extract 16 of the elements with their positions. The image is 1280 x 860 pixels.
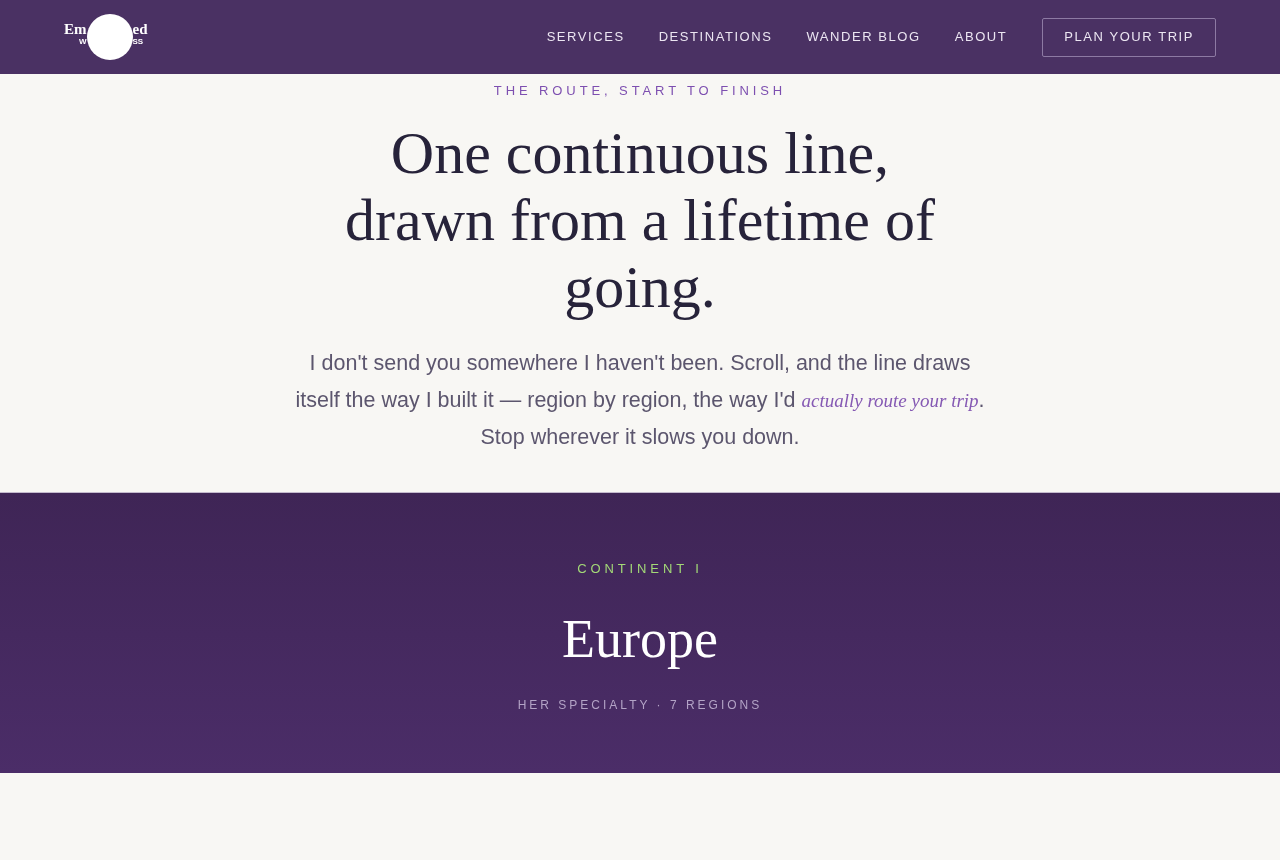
nav-link[interactable]: SERVICES xyxy=(546,29,625,45)
plan-trip-button[interactable]: PLAN YOUR TRIP xyxy=(1042,17,1216,57)
logo-text[interactable]: W xyxy=(78,37,87,47)
logo-text[interactable]: ed xyxy=(132,21,148,37)
nav-link[interactable]: WANDER BLOG xyxy=(806,29,921,45)
continent-title: Europe xyxy=(562,609,718,669)
intro-paragraph: I don't send you somewhere I haven't been. Scroll, and the line draws itself the way I built it — region by region, the way I'd actually route your trip. Stop wherever it slows you down. xyxy=(294,350,986,451)
logo-text[interactable]: Em xyxy=(64,21,87,37)
logo-text[interactable]: SS xyxy=(132,37,148,47)
section-eyebrow: THE ROUTE, START TO FINISH xyxy=(493,83,787,99)
route-trip-link[interactable]: actually route your trip xyxy=(801,390,979,411)
continent-eyebrow: CONTINENT I xyxy=(577,561,703,577)
section-heading: One continuous line, drawn from a lifetime of going. xyxy=(344,120,936,321)
nav-link[interactable]: ABOUT xyxy=(954,29,1008,45)
nav-link[interactable]: DESTINATIONS xyxy=(658,29,773,45)
continent-subtitle: HER SPECIALTY · 7 REGIONS xyxy=(517,697,763,713)
